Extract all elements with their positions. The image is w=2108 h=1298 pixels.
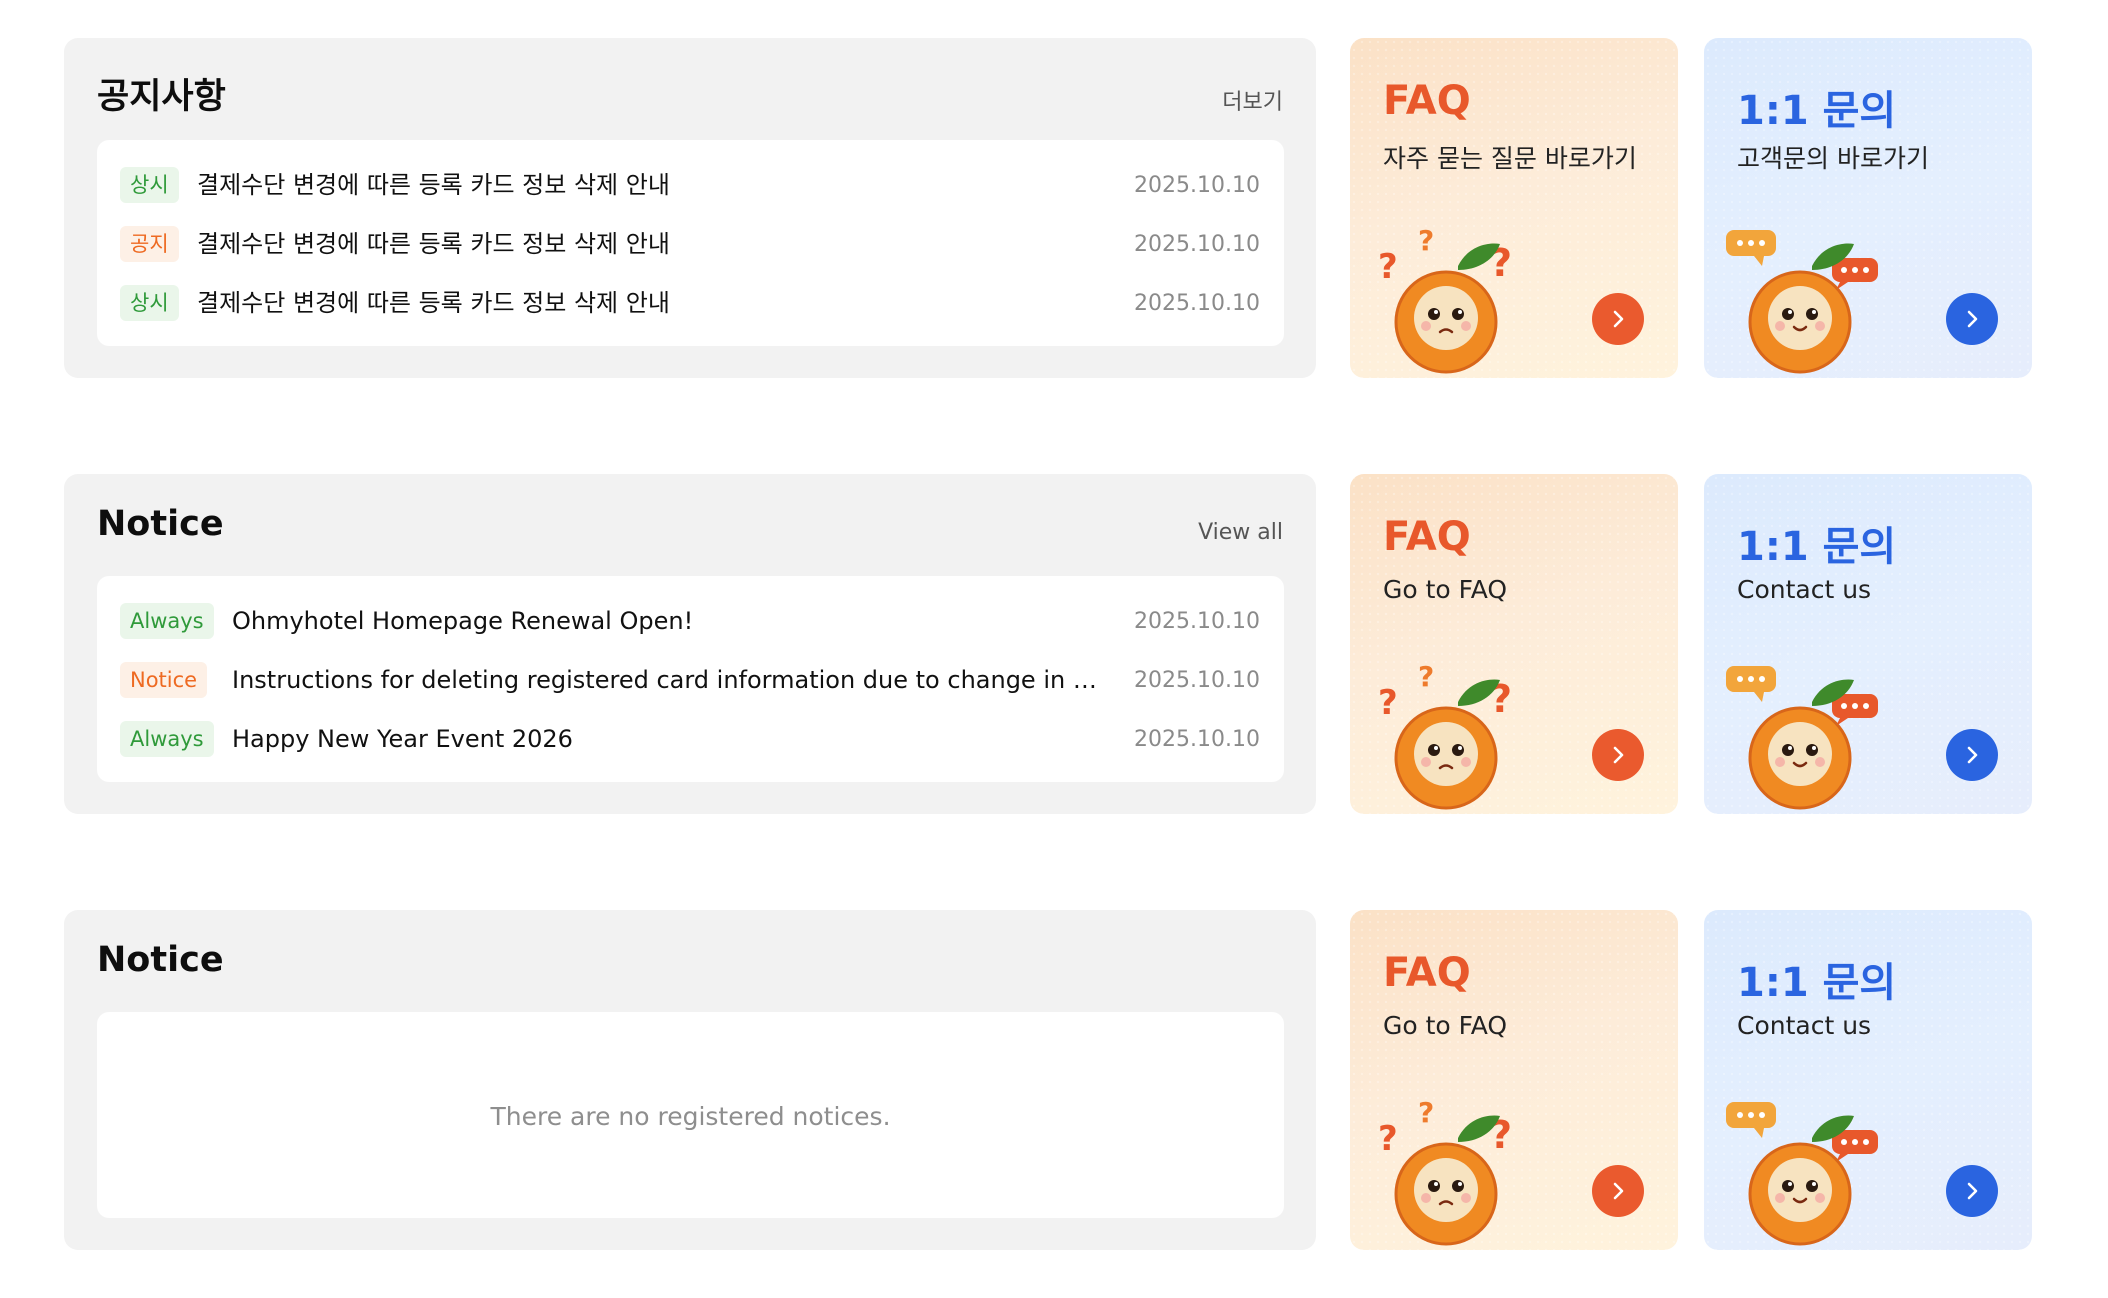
faq-card-subtitle: 자주 묻는 질문 바로가기 — [1383, 144, 1637, 173]
faq-card-title: FAQ — [1383, 950, 1471, 996]
inquiry-card-subtitle: Contact us — [1737, 575, 1872, 604]
notice-item-title: 결제수단 변경에 따른 등록 카드 정보 삭제 안내 — [197, 289, 670, 317]
chevron-right-icon — [1967, 746, 1978, 764]
notice-item-date: 2025.10.10 — [1134, 727, 1260, 752]
list-item[interactable]: 공지 결제수단 변경에 따른 등록 카드 정보 삭제 안내 2025.10.10 — [120, 222, 1260, 266]
list-item[interactable]: Notice Instructions for deleting registe… — [120, 658, 1260, 702]
inquiry-arrow-button[interactable] — [1946, 1165, 1998, 1217]
faq-arrow-button[interactable] — [1592, 293, 1644, 345]
notice-section-empty: Notice There are no registered notices. … — [64, 910, 2044, 1250]
notice-item-title: 결제수단 변경에 따른 등록 카드 정보 삭제 안내 — [197, 230, 670, 258]
chevron-right-icon — [1967, 310, 1978, 328]
tag-badge: 상시 — [120, 167, 179, 203]
svg-text:?: ? — [1418, 224, 1434, 257]
notice-item-title: Ohmyhotel Homepage Renewal Open! — [232, 607, 694, 635]
chevron-right-icon — [1613, 1182, 1624, 1200]
faq-card[interactable]: FAQ 자주 묻는 질문 바로가기 ? ? ? — [1350, 38, 1678, 378]
svg-text:?: ? — [1378, 683, 1398, 723]
notice-title: Notice — [97, 504, 224, 544]
inquiry-card-title: 1:1 문의 — [1737, 960, 1897, 1006]
notice-item-title: 결제수단 변경에 따른 등록 카드 정보 삭제 안내 — [197, 171, 670, 199]
notice-title: 공지사항 — [97, 77, 226, 117]
view-all-link[interactable]: View all — [1198, 520, 1283, 545]
confused-orange-mascot-icon: ? ? ? — [1378, 660, 1512, 810]
inquiry-card[interactable]: 1:1 문의 Contact us — [1704, 474, 2032, 814]
notice-panel: Notice View all Always Ohmyhotel Homepag… — [64, 474, 1316, 814]
chevron-right-icon — [1613, 746, 1624, 764]
faq-arrow-button[interactable] — [1592, 729, 1644, 781]
notice-panel: 공지사항 더보기 상시 결제수단 변경에 따른 등록 카드 정보 삭제 안내 2… — [64, 38, 1316, 378]
inquiry-card-subtitle: Contact us — [1737, 1011, 1872, 1040]
notice-title: Notice — [97, 940, 224, 980]
inquiry-card-title: 1:1 문의 — [1737, 88, 1897, 134]
tag-badge: 공지 — [120, 226, 179, 262]
svg-text:?: ? — [1378, 1119, 1398, 1159]
inquiry-card-subtitle: 고객문의 바로가기 — [1737, 144, 1929, 173]
inquiry-arrow-button[interactable] — [1946, 729, 1998, 781]
notice-panel: Notice There are no registered notices. — [64, 910, 1316, 1250]
view-all-link[interactable]: 더보기 — [1222, 84, 1283, 116]
tag-badge: Notice — [120, 662, 208, 698]
list-item[interactable]: 상시 결제수단 변경에 따른 등록 카드 정보 삭제 안내 2025.10.10 — [120, 163, 1260, 207]
notice-list: There are no registered notices. — [97, 1012, 1284, 1218]
tag-badge: Always — [120, 603, 214, 639]
faq-arrow-button[interactable] — [1592, 1165, 1644, 1217]
chatting-orange-mascot-icon — [1726, 1102, 1878, 1246]
chatting-orange-mascot-icon — [1726, 230, 1878, 374]
list-item[interactable]: Always Ohmyhotel Homepage Renewal Open! … — [120, 599, 1260, 643]
chevron-right-icon — [1967, 1182, 1978, 1200]
list-item[interactable]: Always Happy New Year Event 2026 2025.10… — [120, 717, 1260, 761]
faq-card[interactable]: FAQ Go to FAQ ? ? ? — [1350, 910, 1678, 1250]
svg-text:?: ? — [1418, 660, 1434, 693]
tag-badge: 상시 — [120, 285, 179, 321]
svg-text:?: ? — [1378, 247, 1398, 287]
notice-item-date: 2025.10.10 — [1134, 609, 1260, 634]
notice-item-date: 2025.10.10 — [1134, 173, 1260, 198]
confused-orange-mascot-icon: ? ? ? — [1378, 224, 1512, 374]
inquiry-arrow-button[interactable] — [1946, 293, 1998, 345]
confused-orange-mascot-icon: ? ? ? — [1378, 1096, 1512, 1246]
inquiry-card[interactable]: 1:1 문의 고객문의 바로가기 — [1704, 38, 2032, 378]
faq-card[interactable]: FAQ Go to FAQ ? ? ? — [1350, 474, 1678, 814]
chevron-right-icon — [1613, 310, 1624, 328]
notice-section-ko: 공지사항 더보기 상시 결제수단 변경에 따른 등록 카드 정보 삭제 안내 2… — [64, 38, 2044, 378]
notice-list: 상시 결제수단 변경에 따른 등록 카드 정보 삭제 안내 2025.10.10… — [97, 140, 1284, 346]
faq-card-subtitle: Go to FAQ — [1383, 1011, 1508, 1040]
notice-list: Always Ohmyhotel Homepage Renewal Open! … — [97, 576, 1284, 782]
svg-text:?: ? — [1418, 1096, 1434, 1129]
inquiry-card-title: 1:1 문의 — [1737, 524, 1897, 570]
notice-item-date: 2025.10.10 — [1134, 668, 1260, 693]
notice-item-date: 2025.10.10 — [1134, 291, 1260, 316]
tag-badge: Always — [120, 721, 214, 757]
notice-item-title: Happy New Year Event 2026 — [232, 725, 573, 753]
inquiry-card[interactable]: 1:1 문의 Contact us — [1704, 910, 2032, 1250]
faq-card-title: FAQ — [1383, 514, 1471, 560]
faq-card-subtitle: Go to FAQ — [1383, 575, 1508, 604]
list-item[interactable]: 상시 결제수단 변경에 따른 등록 카드 정보 삭제 안내 2025.10.10 — [120, 281, 1260, 325]
faq-card-title: FAQ — [1383, 78, 1471, 124]
chatting-orange-mascot-icon — [1726, 666, 1878, 810]
empty-state-message: There are no registered notices. — [490, 1102, 891, 1131]
notice-section-en: Notice View all Always Ohmyhotel Homepag… — [64, 474, 2044, 814]
notice-item-date: 2025.10.10 — [1134, 232, 1260, 257]
notice-item-title: Instructions for deleting registered car… — [232, 666, 1112, 694]
